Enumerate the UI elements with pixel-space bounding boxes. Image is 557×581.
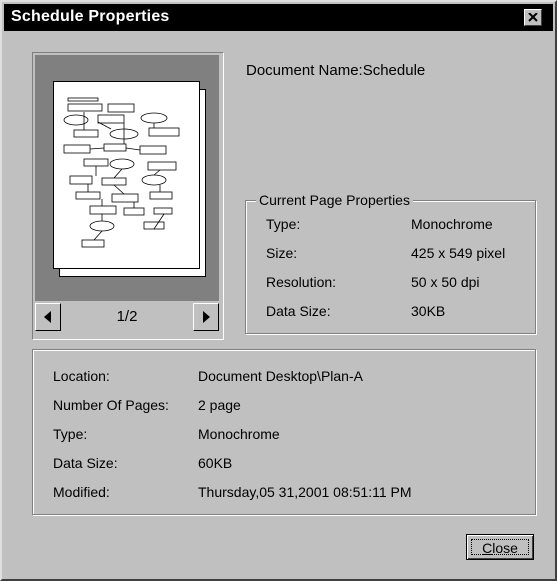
close-button-label: Close — [471, 539, 529, 556]
current-resolution-label: Resolution: — [266, 274, 337, 290]
modified-label: Modified: — [53, 484, 110, 500]
current-page-properties-group: Current Page Properties Type: Monochrome… — [245, 192, 536, 334]
properties-dialog: Schedule Properties 1/2 Document Name:Sc… — [0, 0, 557, 581]
current-data-size-label: Data Size: — [266, 303, 331, 319]
next-page-button[interactable] — [193, 303, 219, 331]
close-button[interactable]: Close — [466, 534, 534, 560]
document-type-value: Monochrome — [198, 426, 280, 442]
page-preview-panel: 1/2 — [32, 52, 224, 340]
document-type-label: Type: — [53, 426, 88, 442]
preview-page-thumbnail — [53, 81, 200, 269]
document-name-label: Document Name:Schedule — [246, 62, 426, 79]
current-size-value: 425 x 549 pixel — [411, 245, 506, 261]
current-type-value: Monochrome — [411, 216, 493, 232]
number-of-pages-label: Number Of Pages: — [53, 397, 169, 413]
location-value: Document Desktop\Plan-A — [198, 368, 363, 384]
flowchart-thumbnail — [63, 97, 180, 248]
current-data-size-value: 30KB — [411, 303, 446, 319]
previous-page-button[interactable] — [35, 303, 61, 331]
document-data-size-value: 60KB — [198, 455, 233, 471]
page-preview — [35, 55, 219, 301]
document-data-size-label: Data Size: — [53, 455, 118, 471]
close-icon — [528, 13, 538, 22]
current-resolution-value: 50 x 50 dpi — [411, 274, 480, 290]
title-close-button[interactable] — [524, 9, 542, 26]
location-label: Location: — [53, 368, 110, 384]
current-page-properties-legend: Current Page Properties — [256, 192, 413, 208]
page-navigator: 1/2 — [35, 303, 219, 333]
current-type-label: Type: — [266, 216, 301, 232]
title-bar[interactable]: Schedule Properties — [4, 4, 553, 31]
current-size-label: Size: — [266, 245, 298, 261]
window-title: Schedule Properties — [11, 8, 170, 25]
left-arrow-icon — [44, 311, 51, 323]
right-arrow-icon — [203, 311, 210, 323]
number-of-pages-value: 2 page — [198, 397, 241, 413]
page-indicator: 1/2 — [65, 303, 189, 331]
modified-value: Thursday,05 31,2001 08:51:11 PM — [198, 484, 412, 500]
document-properties-group: Location: Document Desktop\Plan-A Number… — [32, 349, 536, 515]
